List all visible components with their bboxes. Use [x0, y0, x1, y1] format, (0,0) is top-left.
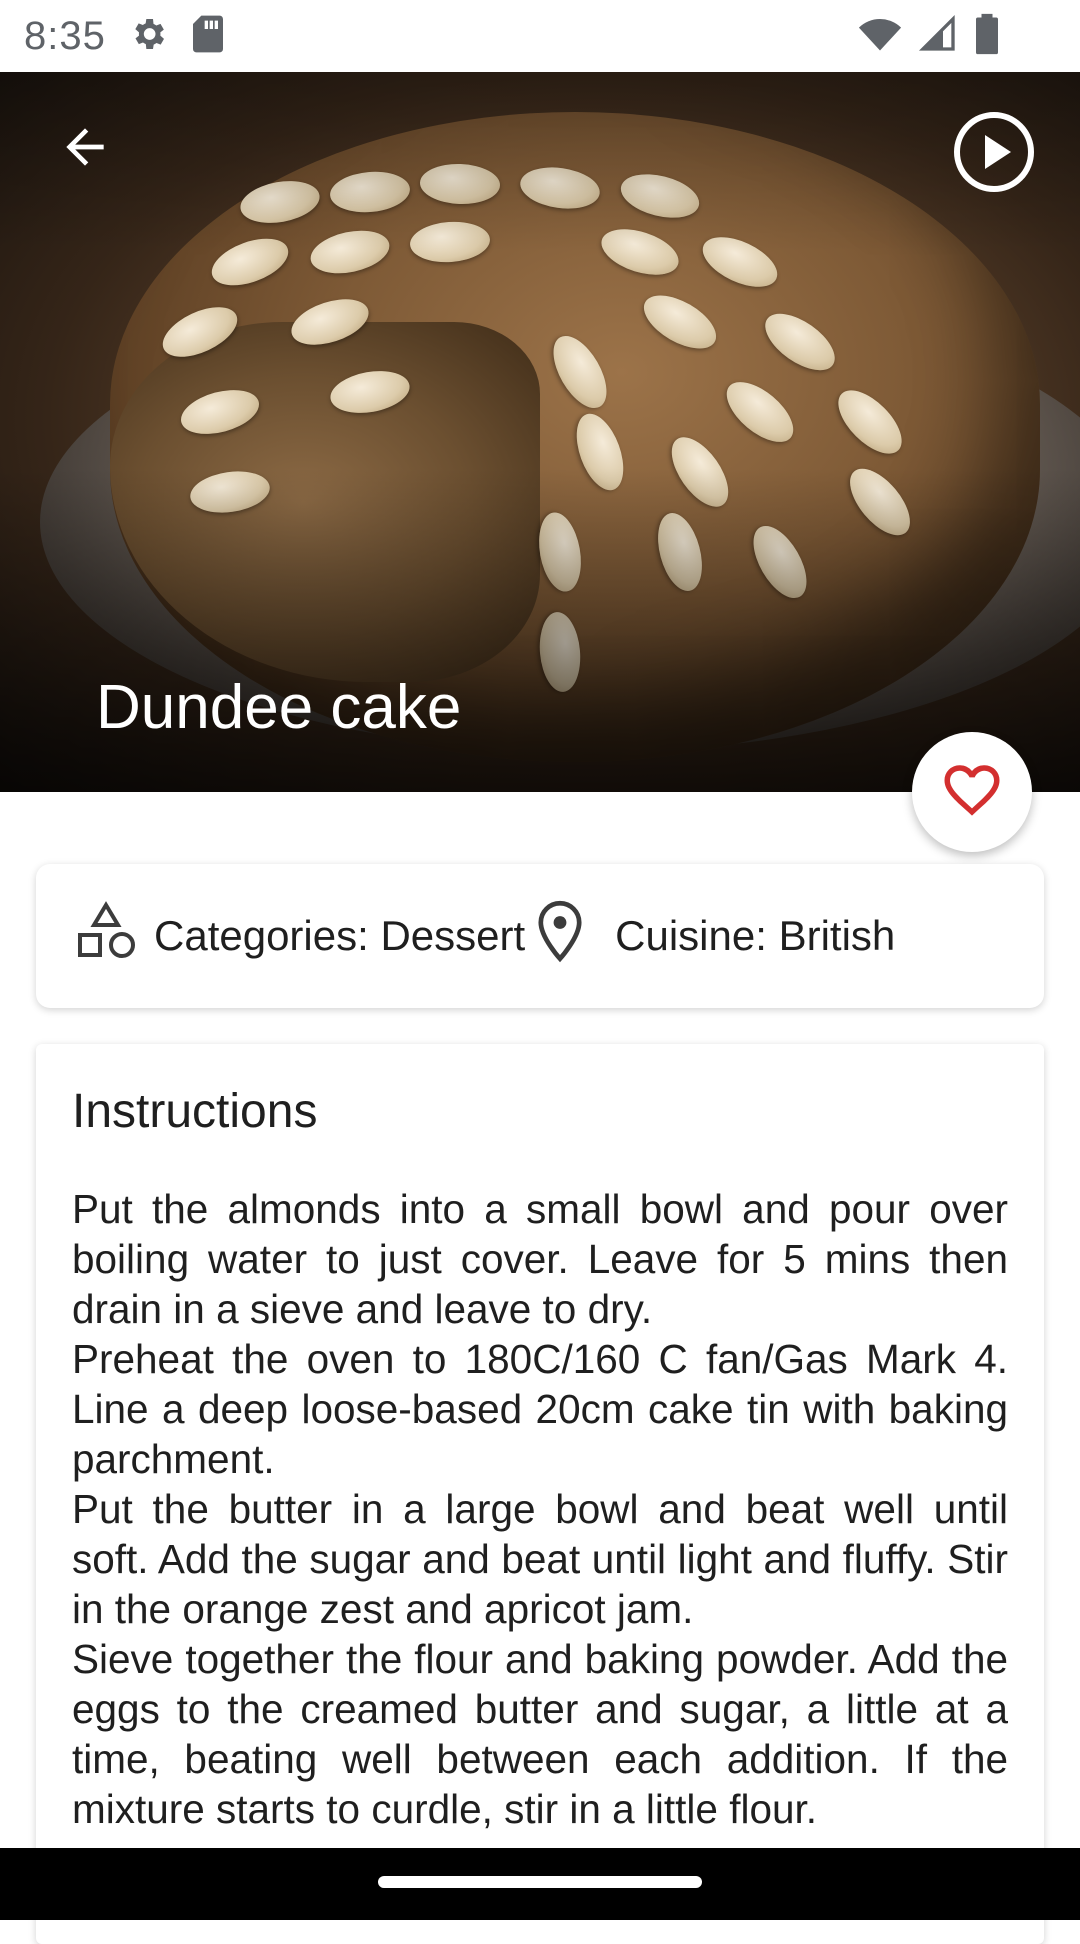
location-pin-icon: [533, 899, 587, 973]
play-circle-icon: [952, 110, 1036, 199]
instruction-paragraph: Put the almonds into a small bowl and po…: [72, 1186, 1008, 1332]
instruction-paragraph: Put the butter in a large bowl and beat …: [72, 1486, 1008, 1632]
cuisine-label: Cuisine: British: [615, 912, 896, 959]
recipe-hero-image: Dundee cake: [0, 72, 1080, 792]
shapes-icon: [76, 901, 136, 971]
play-video-button[interactable]: [952, 110, 1036, 199]
arrow-back-icon: [57, 119, 113, 180]
instruction-paragraph: Sieve together the flour and baking powd…: [72, 1636, 1008, 1832]
status-bar: 8:35: [0, 0, 1080, 72]
recipe-title: Dundee cake: [96, 673, 462, 742]
favorite-button[interactable]: [912, 732, 1032, 852]
battery-icon: [974, 12, 1000, 61]
wifi-icon: [858, 12, 902, 61]
status-time: 8:35: [24, 13, 106, 58]
instructions-title: Instructions: [72, 1085, 318, 1138]
recipe-info-card: Categories: Dessert Cuisine: British: [36, 864, 1044, 1008]
back-button[interactable]: [40, 104, 130, 194]
categories-label: Categories: Dessert: [154, 912, 526, 959]
instruction-paragraph: Preheat the oven to 180C/160 C fan/Gas M…: [72, 1336, 1008, 1482]
home-gesture-handle[interactable]: [378, 1876, 702, 1888]
settings-icon: [128, 14, 168, 59]
signal-icon: [918, 12, 958, 61]
navigation-bar: [0, 1848, 1080, 1920]
sd-card-icon: [190, 14, 226, 59]
instructions-text: Put the almonds into a small bowl and po…: [72, 1184, 1008, 1834]
categories-info: Categories: Dessert: [36, 901, 525, 971]
instructions-card: Instructions Put the almonds into a smal…: [36, 1044, 1044, 1944]
cuisine-info: Cuisine: British: [525, 899, 895, 973]
heart-outline-icon: [939, 757, 1005, 828]
